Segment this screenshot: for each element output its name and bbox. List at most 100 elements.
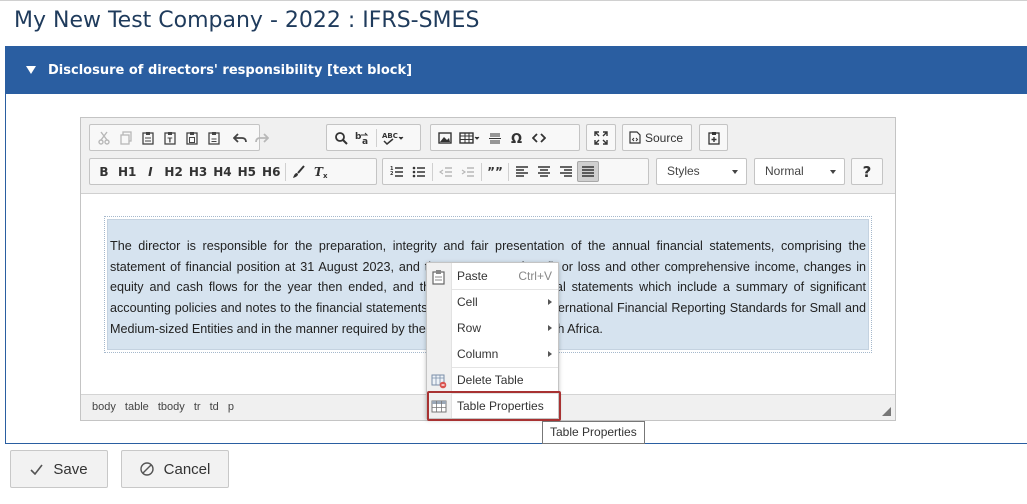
collapse-caret-icon[interactable]: [26, 65, 36, 74]
path-item-td[interactable]: td: [210, 401, 219, 413]
toolbar-separator: [481, 162, 482, 181]
clipboard-group: T: [89, 124, 269, 151]
undo-icon[interactable]: [229, 127, 251, 148]
svg-text:b: b: [355, 132, 362, 142]
paintbrush-icon[interactable]: [288, 161, 310, 182]
source-group: Source: [622, 124, 692, 151]
source-label: Source: [645, 130, 684, 145]
source-button[interactable]: Source: [626, 127, 686, 148]
toolbar-separator: [508, 162, 509, 181]
toolbar-separator: [376, 128, 377, 147]
cancel-button[interactable]: Cancel: [121, 450, 229, 488]
remove-format-icon[interactable]: Tx: [310, 161, 332, 182]
path-item-tbody[interactable]: tbody: [158, 401, 185, 413]
menu-item-label: Delete Table: [457, 373, 524, 387]
format-select[interactable]: Normal: [754, 158, 845, 185]
panel-header-label: Disclosure of directors' responsibility …: [48, 63, 413, 78]
templates-icon[interactable]: [703, 127, 725, 148]
align-center-icon[interactable]: [533, 161, 555, 182]
special-char-icon[interactable]: Ω: [506, 127, 528, 148]
maximize-icon[interactable]: [590, 127, 612, 148]
menu-item-label: Paste: [457, 269, 488, 283]
heading-5-button[interactable]: H5: [235, 161, 259, 182]
help-group: ?: [851, 158, 883, 185]
help-button[interactable]: ?: [856, 161, 878, 182]
menu-item-column[interactable]: Column: [427, 341, 558, 367]
page-title: My New Test Company - 2022 : IFRS-SMES: [14, 8, 480, 33]
editor-toolbar: T b a ABC Ω Source B H1 I H2 H3 H4 H5 H6…: [81, 118, 895, 194]
path-item-tr[interactable]: tr: [194, 401, 201, 413]
check-icon: [30, 464, 44, 475]
paste-shortcut: Ctrl+V: [518, 269, 552, 283]
svg-text:2: 2: [390, 171, 394, 177]
insert-group: Ω: [430, 124, 580, 151]
submenu-arrow-icon: [548, 299, 552, 305]
menu-item-label: Cell: [457, 295, 478, 309]
cut-icon[interactable]: [93, 127, 115, 148]
cancel-button-label: Cancel: [163, 460, 211, 478]
menu-item-label: Row: [457, 321, 482, 335]
menu-item-paste[interactable]: Paste Ctrl+V: [427, 263, 558, 289]
italic-button[interactable]: I: [139, 161, 161, 182]
svg-text:Ω: Ω: [511, 132, 522, 145]
toolbar-separator: [285, 162, 287, 181]
indent-icon[interactable]: [457, 161, 479, 182]
highlight-outline: [427, 391, 561, 421]
copy-icon[interactable]: [115, 127, 137, 148]
menu-item-delete-table[interactable]: Delete Table: [427, 367, 558, 393]
panel-header[interactable]: Disclosure of directors' responsibility …: [6, 47, 1027, 94]
svg-text:T: T: [168, 136, 173, 144]
top-divider: [0, 0, 1027, 3]
paste-icon[interactable]: [137, 127, 159, 148]
svg-text:ABC: ABC: [382, 132, 398, 140]
menu-item-row[interactable]: Row: [427, 315, 558, 341]
replace-icon[interactable]: ba: [352, 127, 374, 148]
heading-6-button[interactable]: H6: [259, 161, 283, 182]
tooltip: Table Properties: [542, 421, 645, 444]
heading-4-button[interactable]: H4: [210, 161, 234, 182]
save-button[interactable]: Save: [10, 450, 108, 488]
find-icon[interactable]: [330, 127, 352, 148]
image-icon[interactable]: [434, 127, 456, 148]
blockquote-button[interactable]: ””: [484, 161, 506, 182]
path-item-table[interactable]: table: [125, 401, 149, 413]
heading-3-button[interactable]: H3: [186, 161, 210, 182]
code-icon[interactable]: [528, 127, 550, 148]
paste-special-icon[interactable]: [203, 127, 225, 148]
table-icon[interactable]: [456, 127, 484, 148]
spellcheck-icon[interactable]: ABC: [379, 127, 409, 148]
save-button-label: Save: [53, 460, 88, 478]
find-group: ba ABC: [326, 124, 421, 151]
chevron-down-icon: [732, 170, 738, 174]
cancel-icon: [139, 462, 154, 476]
submenu-arrow-icon: [548, 325, 552, 331]
align-right-icon[interactable]: [555, 161, 577, 182]
paste-from-word-icon[interactable]: [181, 127, 203, 148]
redo-icon[interactable]: [251, 127, 273, 148]
paragraph-group: 12 ””: [382, 158, 649, 185]
numbered-list-icon[interactable]: 12: [386, 161, 408, 182]
horizontal-rule-icon[interactable]: [484, 127, 506, 148]
maximize-group: [586, 124, 616, 151]
menu-item-cell[interactable]: Cell: [427, 289, 558, 315]
paste-text-icon[interactable]: T: [159, 127, 181, 148]
svg-text:a: a: [362, 137, 368, 145]
align-left-icon[interactable]: [511, 161, 533, 182]
heading-2-button[interactable]: H2: [161, 161, 185, 182]
styles-select[interactable]: Styles: [656, 158, 747, 185]
delete-table-icon: [431, 372, 447, 389]
format-select-value: Normal: [765, 164, 804, 178]
outdent-icon[interactable]: [435, 161, 457, 182]
bold-button[interactable]: B: [93, 161, 115, 182]
justify-icon[interactable]: [577, 161, 599, 182]
submenu-arrow-icon: [548, 351, 552, 357]
path-item-p[interactable]: p: [228, 401, 234, 413]
bulleted-list-icon[interactable]: [408, 161, 430, 182]
heading-1-button[interactable]: H1: [115, 161, 139, 182]
format-group: B H1 I H2 H3 H4 H5 H6 Tx: [89, 158, 377, 185]
paste-icon: [431, 268, 447, 285]
path-item-body[interactable]: body: [92, 401, 116, 413]
menu-item-label: Column: [457, 347, 499, 361]
styles-select-value: Styles: [667, 164, 700, 178]
resize-grip-icon[interactable]: [882, 407, 891, 416]
